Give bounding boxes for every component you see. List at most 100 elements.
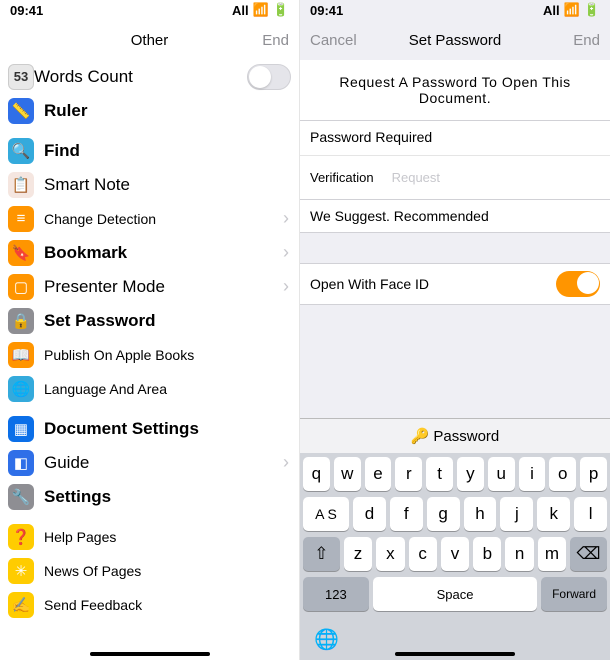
key[interactable]: r <box>395 457 422 491</box>
faceid-row: Open With Face ID <box>300 263 610 305</box>
gap <box>300 233 610 263</box>
key[interactable]: g <box>427 497 460 531</box>
end-button[interactable]: End <box>262 32 289 49</box>
list-item[interactable]: 📏Ruler <box>0 94 299 128</box>
list-item[interactable]: 🌐 Language And Area <box>0 372 299 406</box>
list-item[interactable]: 📖Publish On Apple Books <box>0 338 299 372</box>
key[interactable]: o <box>549 457 576 491</box>
cancel-button[interactable]: Cancel <box>310 32 357 49</box>
key[interactable]: e <box>365 457 392 491</box>
status-right: All 📶 🔋 <box>543 2 600 18</box>
password-required-label: Password Required <box>310 129 600 145</box>
status-right: All 📶 🔋 <box>232 2 289 18</box>
nav-left-spacer <box>10 32 14 49</box>
row-label: Language And Area <box>44 381 291 397</box>
key[interactable]: v <box>441 537 469 571</box>
list-item[interactable]: ▢Presenter Mode› <box>0 270 299 304</box>
time: 09:41 <box>310 3 343 18</box>
nav-title: Set Password <box>409 32 502 49</box>
list-item[interactable]: 🔍Find <box>0 134 299 168</box>
list-item[interactable]: 📋Smart Note <box>0 168 299 202</box>
space <box>300 305 610 405</box>
row-icon: ◧ <box>8 450 34 476</box>
list-item[interactable]: 🔖Bookmark› <box>0 236 299 270</box>
key[interactable]: m <box>538 537 566 571</box>
list-item[interactable]: ❓Help Pages <box>0 520 299 554</box>
row-icon: ▦ <box>8 416 34 442</box>
list-item[interactable]: ✍Send Feedback <box>0 588 299 622</box>
key[interactable]: u <box>488 457 515 491</box>
end-button[interactable]: End <box>573 32 600 49</box>
row-icon: ▢ <box>8 274 34 300</box>
left-panel: 09:41 All 📶 🔋 Other End 53Words Count📏Ru… <box>0 0 300 660</box>
forward-key[interactable]: Forward <box>541 577 607 611</box>
key[interactable]: x <box>376 537 404 571</box>
row-icon: 53 <box>8 64 34 90</box>
key[interactable]: n <box>505 537 533 571</box>
key[interactable]: h <box>464 497 497 531</box>
verification-label: Verification <box>310 170 374 185</box>
chevron-right-icon: › <box>283 452 289 473</box>
faceid-label: Open With Face ID <box>310 276 429 292</box>
key[interactable]: ⇧ <box>303 537 340 571</box>
list-item[interactable]: 🔒Set Password <box>0 304 299 338</box>
nav-bar-right: Cancel Set Password End <box>300 20 610 60</box>
row-icon: 🔖 <box>8 240 34 266</box>
key[interactable]: b <box>473 537 501 571</box>
home-indicator <box>395 652 515 656</box>
password-banner: Request A Password To Open This Document… <box>300 60 610 121</box>
home-indicator <box>90 652 210 656</box>
key[interactable]: d <box>353 497 386 531</box>
row-icon: 🌐 <box>8 376 34 402</box>
row-icon: 🔧 <box>8 484 34 510</box>
row-icon: 📖 <box>8 342 34 368</box>
list-item[interactable]: ▦Document Settings <box>0 412 299 446</box>
key[interactable]: q <box>303 457 330 491</box>
key[interactable]: c <box>409 537 437 571</box>
key[interactable]: f <box>390 497 423 531</box>
battery-icon: 🔋 <box>273 2 289 18</box>
key[interactable]: z <box>344 537 372 571</box>
key[interactable]: l <box>574 497 607 531</box>
numeric-key[interactable]: 123 <box>303 577 369 611</box>
nav-bar-left: Other End <box>0 20 299 60</box>
list-item[interactable]: ≡Change Detection› <box>0 202 299 236</box>
keyboard: 🔑 Password qwertyuiop A Sdfghjkl ⇧zxcvbn… <box>300 418 610 660</box>
toggle[interactable] <box>247 64 291 90</box>
battery-icon: 🔋 <box>584 2 600 18</box>
space-key[interactable]: Space <box>373 577 537 611</box>
suggestion-row[interactable]: We Suggest. Recommended <box>300 199 610 233</box>
list-item[interactable]: 🔧 Settings <box>0 480 299 514</box>
key[interactable]: y <box>457 457 484 491</box>
password-autofill-bar[interactable]: 🔑 Password <box>300 418 610 453</box>
faceid-toggle[interactable] <box>556 271 600 297</box>
key[interactable]: ⌫ <box>570 537 607 571</box>
list-item[interactable]: ✳News Of Pages <box>0 554 299 588</box>
row-label: Smart Note <box>44 175 291 195</box>
key[interactable]: w <box>334 457 361 491</box>
row-label: Change Detection <box>44 211 283 227</box>
key[interactable]: A S <box>303 497 349 531</box>
list-item[interactable]: ◧Guide› <box>0 446 299 480</box>
row-icon: 🔒 <box>8 308 34 334</box>
password-field-block: Password Required <box>300 121 610 155</box>
verification-row[interactable]: Verification Request <box>300 155 610 199</box>
row-label: News Of Pages <box>44 563 291 579</box>
row-label: Settings <box>44 487 291 507</box>
status-bar-left: 09:41 All 📶 🔋 <box>0 0 299 20</box>
row-label: Words Count <box>34 67 247 87</box>
key-icon: 🔑 <box>411 427 430 445</box>
key[interactable]: k <box>537 497 570 531</box>
list-item[interactable]: 53Words Count <box>0 60 299 94</box>
key[interactable]: p <box>580 457 607 491</box>
row-icon: ✍ <box>8 592 34 618</box>
row-label: Bookmark <box>44 243 283 263</box>
key[interactable]: i <box>519 457 546 491</box>
row-icon: ≡ <box>8 206 34 232</box>
key[interactable]: t <box>426 457 453 491</box>
key[interactable]: j <box>500 497 533 531</box>
wifi-icon: 📶 <box>564 2 580 18</box>
globe-icon[interactable]: 🌐 <box>314 627 339 652</box>
row-label: Find <box>44 141 291 161</box>
row-icon: ❓ <box>8 524 34 550</box>
